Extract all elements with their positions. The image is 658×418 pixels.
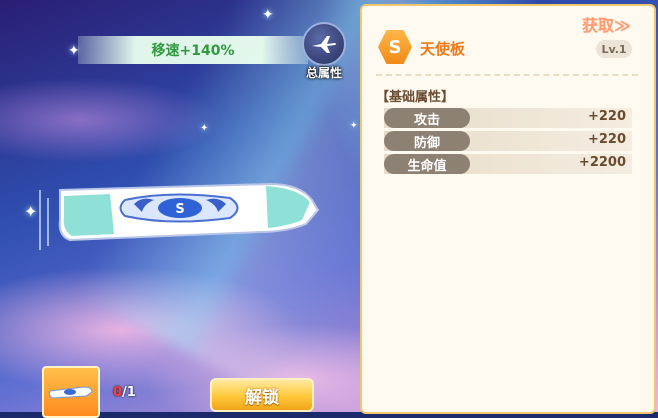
stat-value: +220 xyxy=(587,132,626,147)
stat-value: +220 xyxy=(587,109,626,124)
item-thumbnail[interactable] xyxy=(42,366,100,418)
stat-row-hp: 生命值 +2200 xyxy=(384,154,632,174)
star-icon: ✦ xyxy=(200,123,209,134)
stat-value: +2200 xyxy=(578,155,626,170)
total-attributes-label: 总属性 xyxy=(305,66,342,80)
hoverboard-icon xyxy=(48,386,93,399)
base-attributes-title: 【基础属性】 xyxy=(376,90,455,105)
stat-name: 攻击 xyxy=(384,108,470,128)
speed-bonus-banner: 移速+140% xyxy=(78,36,308,64)
item-name: 天使板 xyxy=(420,40,466,58)
star-icon: ✦ xyxy=(262,7,274,23)
item-detail-panel: 获取≫ S 天使板 Lv.1 【基础属性】 攻击 +220 防御 +220 生命… xyxy=(360,4,656,414)
speed-bonus-text: 移速+140% xyxy=(151,43,235,59)
level-badge: Lv.1 xyxy=(596,40,632,58)
owned-count-required: /1 xyxy=(122,385,136,400)
stat-row-defense: 防御 +220 xyxy=(384,131,632,151)
unlock-button[interactable]: 解锁 xyxy=(210,378,314,412)
svg-text:S: S xyxy=(175,202,184,217)
stat-name: 生命值 xyxy=(384,154,470,174)
star-icon: ✦ xyxy=(350,121,358,131)
obtain-link[interactable]: 获取≫ xyxy=(582,12,631,36)
divider xyxy=(376,74,638,76)
owned-count: 0/1 xyxy=(113,385,136,400)
rarity-badge: S xyxy=(378,30,412,64)
hoverboard-image: S xyxy=(30,170,330,260)
total-attributes-button[interactable]: 总属性 xyxy=(296,22,352,82)
stat-name: 防御 xyxy=(384,131,470,151)
owned-count-current: 0 xyxy=(113,385,123,400)
stat-row-attack: 攻击 +220 xyxy=(384,108,632,128)
airplane-icon xyxy=(302,22,346,66)
